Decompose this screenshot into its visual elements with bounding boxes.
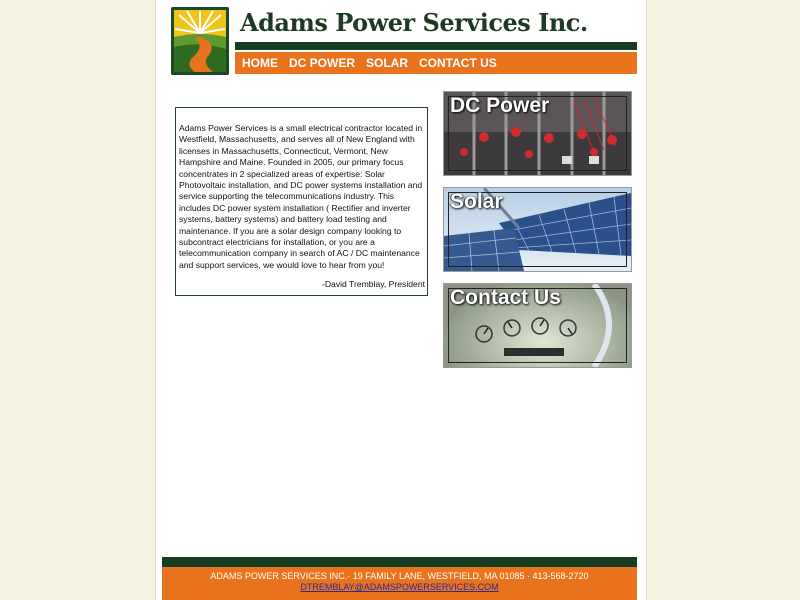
contact-us-tile[interactable]: Contact Us: [443, 283, 632, 368]
main-nav: HOME DC POWER SOLAR CONTACT US: [235, 52, 637, 74]
header-green-bar: [235, 42, 637, 50]
solar-tile-label: Solar: [450, 190, 503, 213]
site-title: Adams Power Services Inc.: [240, 8, 588, 37]
intro-box: Adams Power Services is a small electric…: [175, 107, 428, 296]
solar-tile[interactable]: Solar: [443, 187, 632, 272]
dc-power-tile-label: DC Power: [450, 94, 550, 117]
footer-email-link[interactable]: DTREMBLAY@ADAMSPOWERSERVICES.COM: [300, 582, 498, 592]
dc-power-tile[interactable]: DC Power: [443, 91, 632, 176]
intro-text: Adams Power Services is a small electric…: [179, 123, 423, 270]
nav-dc-power-link[interactable]: DC POWER: [289, 56, 355, 70]
company-logo[interactable]: [171, 7, 229, 75]
nav-home-link[interactable]: HOME: [242, 56, 278, 70]
footer-green-bar: [162, 557, 637, 567]
footer-address: ADAMS POWER SERVICES INC.· 19 FAMILY LAN…: [210, 571, 589, 581]
sun-road-logo-icon: [171, 7, 229, 75]
contact-us-tile-label: Contact Us: [450, 286, 561, 309]
nav-solar-link[interactable]: SOLAR: [366, 56, 408, 70]
nav-contact-us-link[interactable]: CONTACT US: [419, 56, 497, 70]
footer: ADAMS POWER SERVICES INC.· 19 FAMILY LAN…: [162, 567, 637, 600]
intro-signature: -David Tremblay, President: [321, 279, 425, 290]
